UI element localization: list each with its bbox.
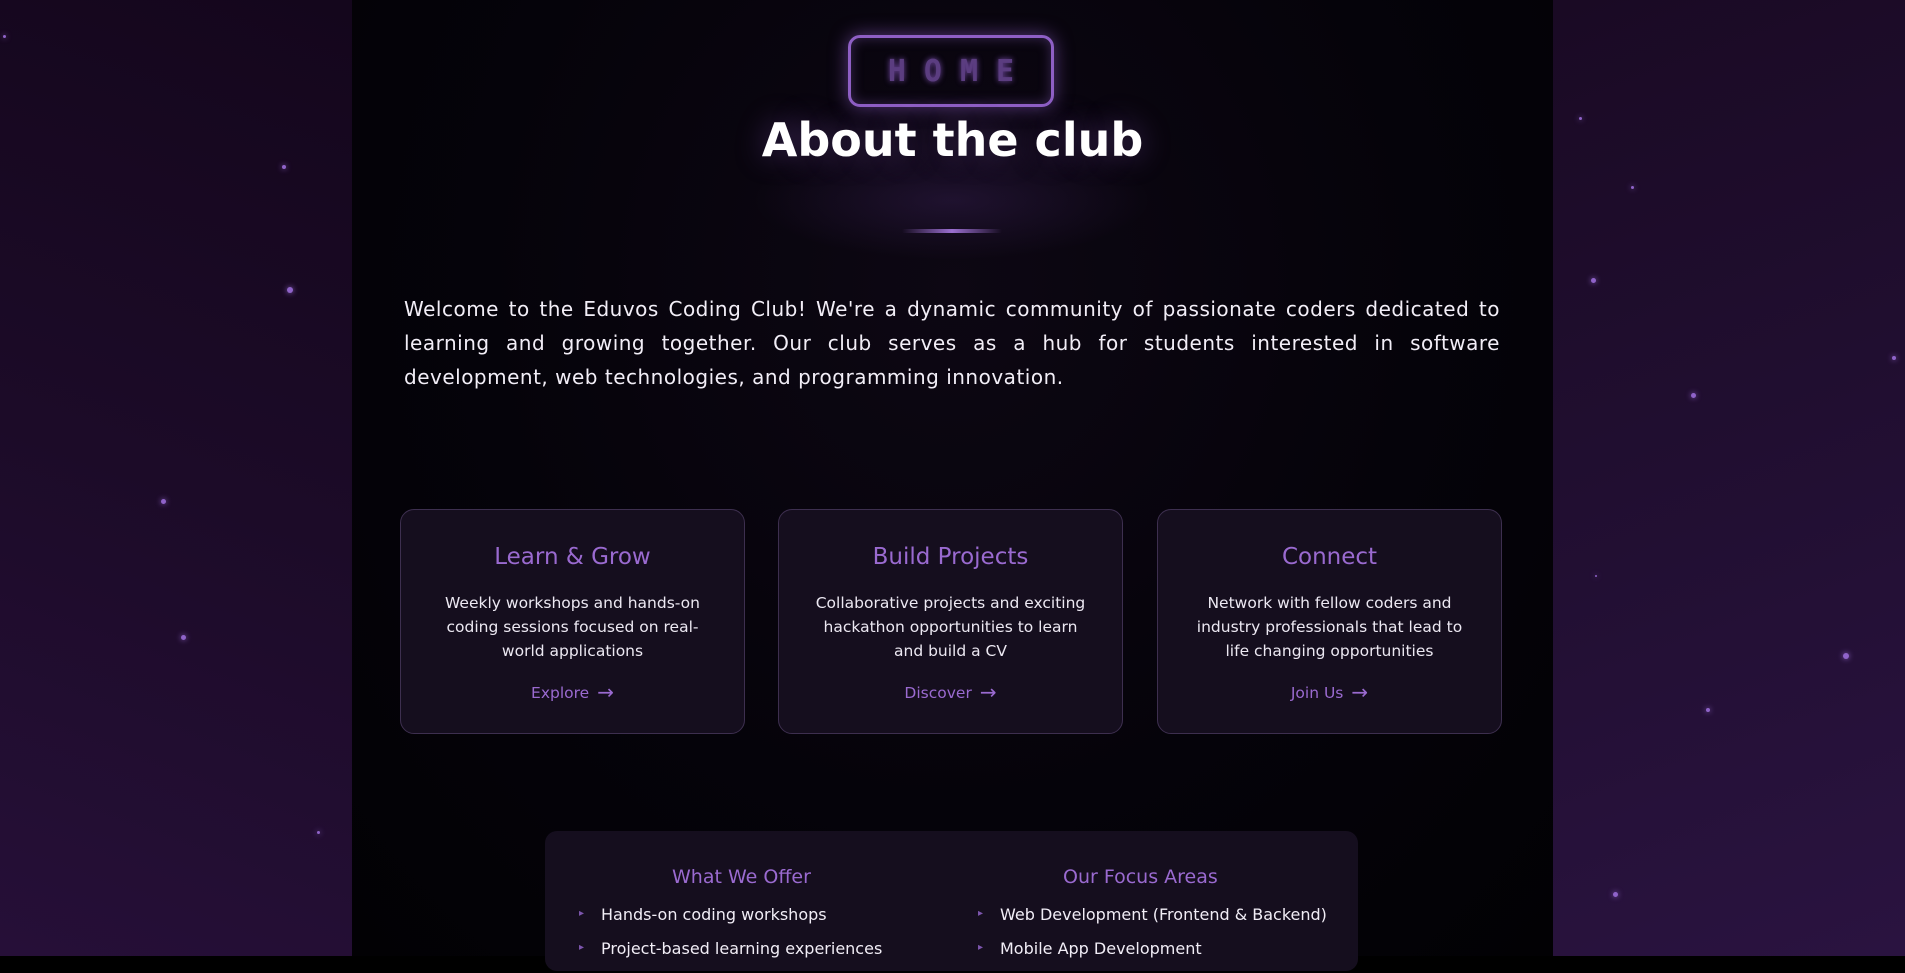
card-connect: Connect Network with fellow coders and i… bbox=[1157, 509, 1502, 734]
explore-link[interactable]: Explore → bbox=[401, 680, 744, 704]
triangle-bullet-icon: ▸ bbox=[579, 908, 585, 919]
list-item: ▸ Mobile App Development bbox=[978, 939, 1202, 958]
star-particle bbox=[1691, 393, 1696, 398]
star-particle bbox=[287, 287, 293, 293]
star-particle bbox=[282, 165, 286, 169]
star-particle bbox=[161, 499, 166, 504]
triangle-bullet-icon: ▸ bbox=[978, 908, 984, 919]
focus-list: ▸ Web Development (Frontend & Backend) ▸ M… bbox=[978, 905, 1327, 973]
left-backdrop bbox=[0, 0, 352, 956]
triangle-bullet-icon: ▸ bbox=[978, 942, 984, 953]
star-particle bbox=[317, 831, 320, 834]
star-particle bbox=[1706, 708, 1710, 712]
star-particle bbox=[1613, 892, 1618, 897]
focus-areas-heading: Our Focus Areas bbox=[1063, 866, 1218, 888]
star-particle bbox=[1843, 653, 1849, 659]
list-item: ▸ Hands-on coding workshops bbox=[579, 905, 827, 924]
page-title: About the club bbox=[761, 113, 1144, 167]
discover-link[interactable]: Discover → bbox=[779, 680, 1122, 704]
arrow-right-icon: → bbox=[979, 680, 997, 704]
star-particle bbox=[1591, 278, 1596, 283]
card-title: Build Projects bbox=[872, 544, 1029, 570]
home-badge[interactable]: HOME bbox=[848, 35, 1054, 107]
card-description: Collaborative projects and exciting hack… bbox=[815, 594, 1086, 660]
what-we-offer-heading: What We Offer bbox=[672, 866, 811, 888]
info-panel: What We Offer ▸ Hands-on coding workshops… bbox=[545, 831, 1358, 971]
intro-paragraph: Welcome to the Eduvos Coding Club! We're… bbox=[404, 297, 1500, 389]
right-backdrop bbox=[1553, 0, 1905, 956]
arrow-right-icon: → bbox=[597, 680, 614, 704]
join-us-link[interactable]: Join Us → bbox=[1158, 680, 1501, 704]
star-particle bbox=[1892, 356, 1896, 360]
card-description: Weekly workshops and hands-on coding ses… bbox=[445, 594, 700, 660]
star-particle bbox=[1631, 186, 1634, 189]
card-description: Network with fellow coders and industry … bbox=[1196, 594, 1463, 660]
link-label: Discover bbox=[904, 684, 972, 702]
star-particle bbox=[1579, 117, 1582, 120]
card-title: Learn & Grow bbox=[494, 544, 651, 570]
star-particle bbox=[3, 35, 6, 38]
card-learn-grow: Learn & Grow Weekly workshops and hands-… bbox=[400, 509, 745, 734]
card-title: Connect bbox=[1281, 544, 1378, 570]
list-item: ▸ Project-based learning experiences bbox=[579, 939, 883, 958]
offer-list: ▸ Hands-on coding workshops ▸ Project-base… bbox=[579, 905, 882, 973]
arrow-right-icon: → bbox=[1351, 680, 1369, 704]
card-build-projects: Build Projects Collaborative projects an… bbox=[778, 509, 1123, 734]
triangle-bullet-icon: ▸ bbox=[579, 942, 585, 953]
list-item: ▸ Web Development (Frontend & Backend) bbox=[978, 905, 1327, 924]
star-particle bbox=[1595, 575, 1597, 577]
link-label: Explore bbox=[531, 684, 590, 702]
link-label: Join Us bbox=[1290, 684, 1344, 702]
title-divider bbox=[902, 229, 1002, 233]
star-particle bbox=[181, 635, 186, 640]
